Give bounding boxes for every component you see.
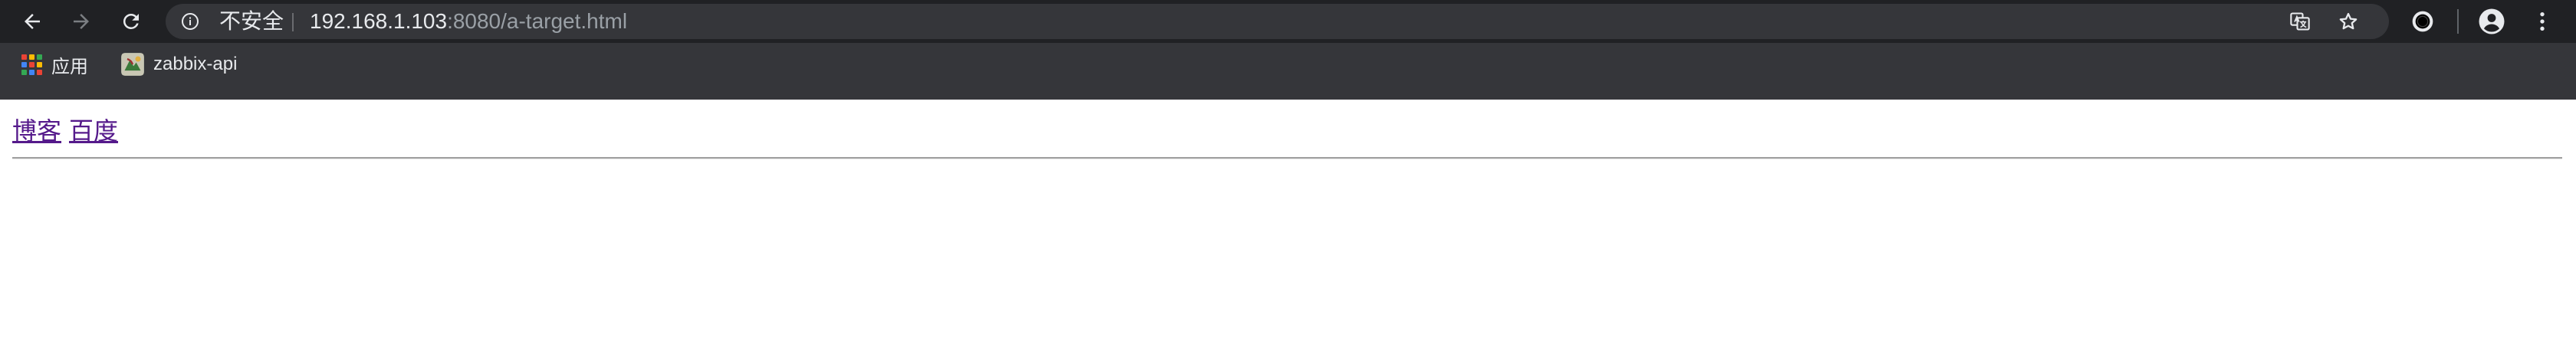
browser-toolbar: 不安全 192.168.1.103:8080/a-target.html	[0, 0, 2576, 43]
bookmark-apps[interactable]: 应用	[14, 51, 99, 78]
back-button[interactable]	[17, 6, 48, 37]
arrow-left-icon	[25, 14, 40, 29]
bookmark-zabbix-api[interactable]: zabbix-api	[113, 51, 248, 78]
page-content: 博客 百度	[0, 100, 2576, 360]
url-text[interactable]: 192.168.1.103:8080/a-target.html	[310, 4, 627, 39]
extension-circle-icon	[2412, 11, 2433, 32]
apps-grid-icon	[21, 54, 42, 75]
url-path: :8080/a-target.html	[447, 9, 628, 33]
star-icon	[2339, 12, 2358, 30]
zabbix-favicon	[121, 53, 144, 76]
bookmark-label: 应用	[51, 56, 88, 77]
translate-button[interactable]	[2289, 11, 2311, 32]
arrow-right-icon	[74, 14, 89, 29]
omnibox-separator	[292, 13, 294, 31]
forward-button[interactable]	[66, 6, 97, 37]
bookmarks-bar: 应用 zabbix-api	[0, 43, 2576, 100]
url-host: 192.168.1.103	[310, 9, 448, 33]
bookmark-label: zabbix-api	[153, 54, 238, 74]
translate-icon	[2290, 12, 2310, 31]
reload-button[interactable]	[116, 6, 146, 37]
bookmark-star-button[interactable]	[2338, 11, 2359, 32]
address-bar[interactable]: 不安全 192.168.1.103:8080/a-target.html	[166, 4, 2389, 39]
reload-icon	[123, 13, 139, 29]
account-circle-icon	[2479, 8, 2505, 34]
horizontal-rule	[12, 157, 2562, 159]
security-label[interactable]: 不安全	[219, 4, 284, 39]
more-vertical-icon	[2540, 12, 2545, 31]
toolbar-separator	[2457, 9, 2459, 34]
menu-button[interactable]	[2528, 8, 2556, 35]
baidu-link[interactable]: 百度	[69, 112, 118, 147]
profile-button[interactable]	[2478, 8, 2505, 35]
info-icon[interactable]	[181, 12, 199, 31]
extension-button[interactable]	[2409, 8, 2436, 35]
blog-link[interactable]: 博客	[12, 112, 61, 147]
